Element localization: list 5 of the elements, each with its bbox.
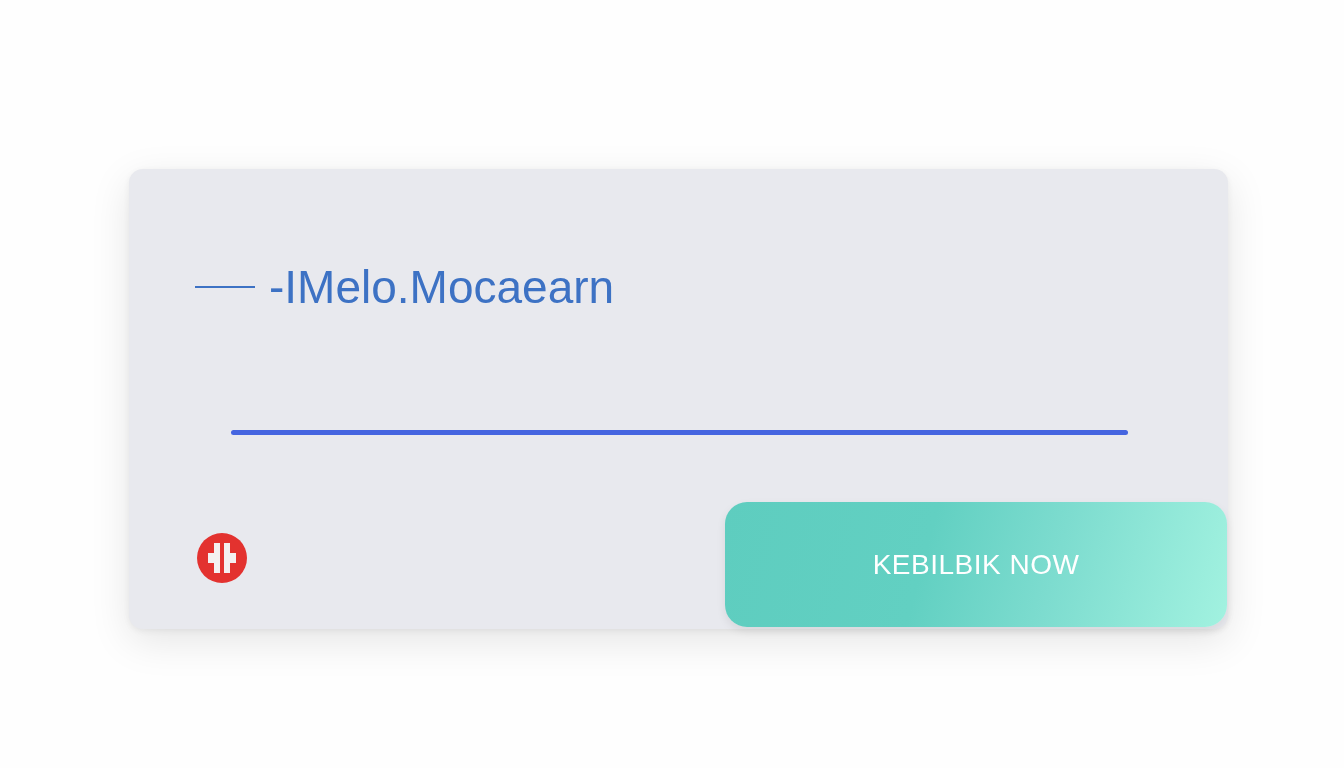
- card-title: -IMelo.Mocaearn: [269, 261, 615, 313]
- plus-disc-icon: [197, 533, 247, 583]
- kebilbik-now-button[interactable]: KEBILBIK NOW: [725, 502, 1227, 627]
- dash-icon: [195, 286, 255, 288]
- input-field[interactable]: [231, 430, 1128, 435]
